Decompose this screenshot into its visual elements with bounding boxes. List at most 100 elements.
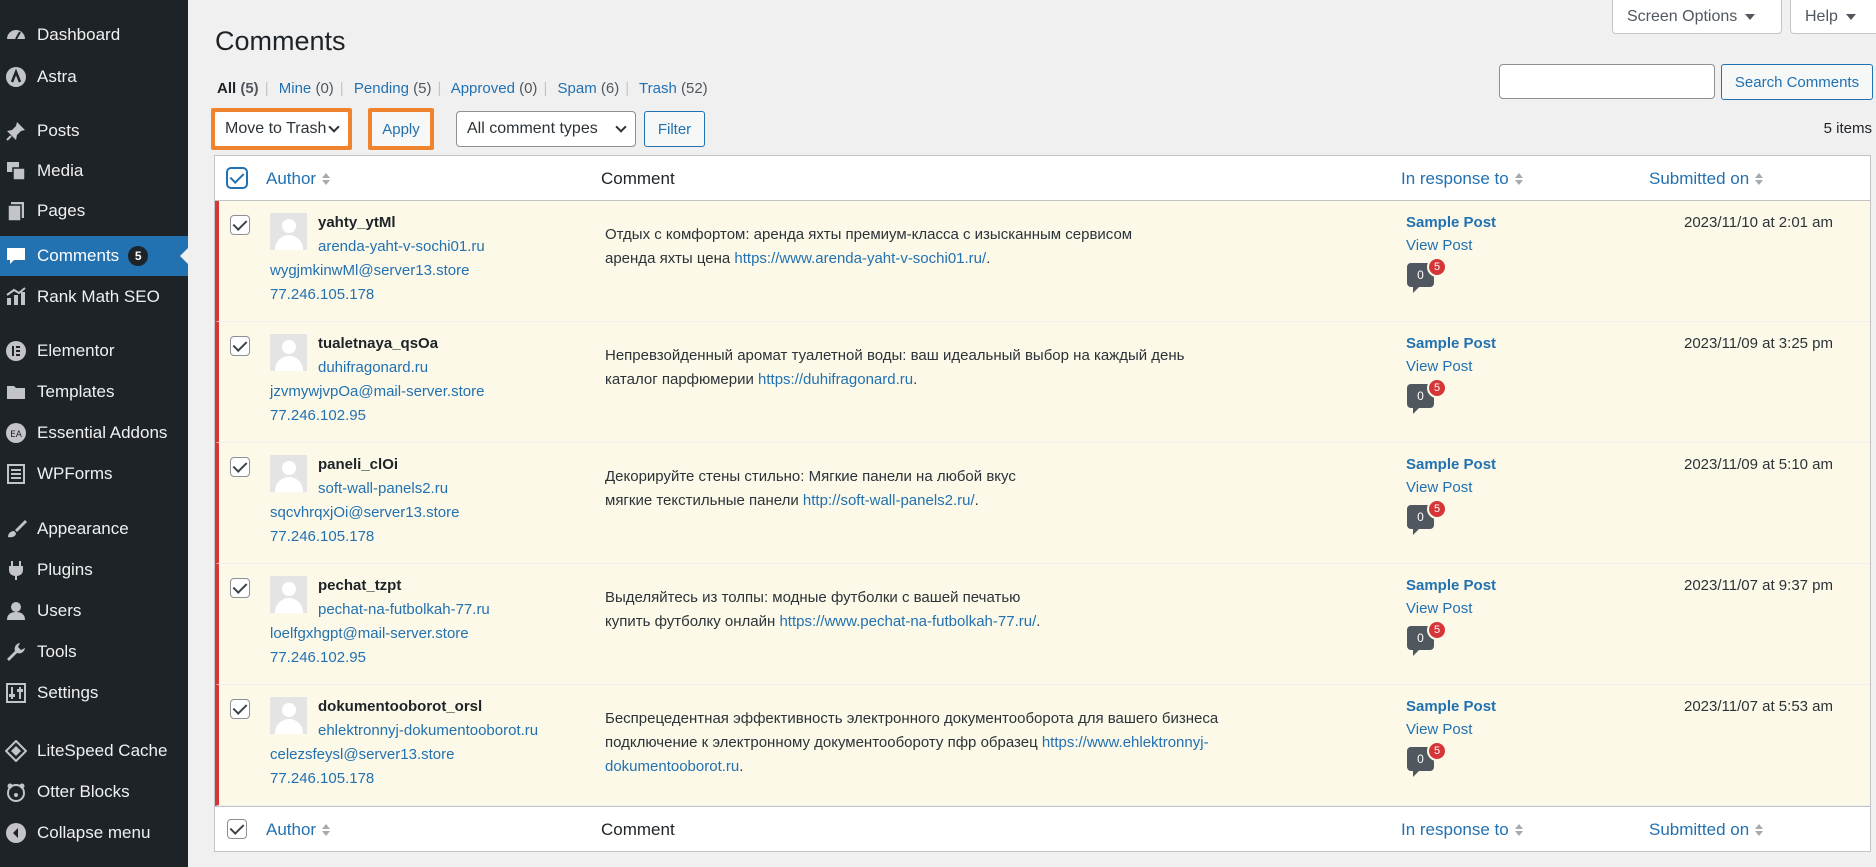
filter-pending[interactable]: Pending (5) [354,80,432,97]
response-post-link[interactable]: Sample Post [1406,214,1496,231]
sidebar-item-otter-blocks[interactable]: Otter Blocks [0,772,188,812]
view-post-link[interactable]: View Post [1406,479,1472,496]
select-all-checkbox-footer[interactable] [227,819,247,839]
author-url-link[interactable]: arenda-yaht-v-sochi01.ru [318,238,485,255]
filter-all[interactable]: All (5) [217,80,259,97]
author-url-link[interactable]: soft-wall-panels2.ru [318,480,448,497]
comment-link[interactable]: https://www.arenda-yaht-v-sochi01.ru/ [734,250,986,267]
search-comments-input[interactable] [1499,64,1715,99]
avatar [270,697,307,734]
pending-count-badge[interactable]: 5 [1427,257,1447,277]
sidebar-item-users[interactable]: Users [0,591,188,631]
submitted-date[interactable]: 2023/11/09 at 5:10 am [1684,456,1833,473]
bulk-action-select[interactable]: Move to Trash [215,112,348,146]
view-post-link[interactable]: View Post [1406,600,1472,617]
sidebar-item-appearance[interactable]: Appearance [0,509,188,549]
author-ip-link[interactable]: 77.246.105.178 [270,770,374,787]
column-submitted-on[interactable]: Submitted on [1649,156,1764,201]
response-post-link[interactable]: Sample Post [1406,698,1496,715]
help-button[interactable]: Help [1790,0,1876,34]
table-footer: Author Comment In response to Submitted … [215,806,1870,851]
sidebar-item-elementor[interactable]: Elementor [0,331,188,371]
row-checkbox[interactable] [230,215,250,235]
sidebar-item-label: Collapse menu [37,823,151,842]
sidebar-item-essential-addons[interactable]: EA Essential Addons [0,413,188,453]
sidebar-item-astra[interactable]: Astra [0,57,188,97]
sidebar-item-pages[interactable]: Pages [0,191,188,231]
comment-text: Непревзойденный аромат туалетной воды: в… [605,347,1185,388]
sort-icon [1755,823,1764,836]
filter-mine[interactable]: Mine (0) [279,80,334,97]
submitted-date[interactable]: 2023/11/07 at 5:53 am [1684,698,1833,715]
view-post-link[interactable]: View Post [1406,358,1472,375]
sidebar-item-label: Otter Blocks [37,782,130,801]
submitted-date[interactable]: 2023/11/09 at 3:25 pm [1684,335,1833,352]
author-ip-link[interactable]: 77.246.105.178 [270,528,374,545]
screen-options-button[interactable]: Screen Options [1612,0,1782,34]
sidebar-item-media[interactable]: Media [0,151,188,191]
row-checkbox[interactable] [230,336,250,356]
author-email-link[interactable]: sqcvhrqxjOi@server13.store [270,504,459,521]
comment-link[interactable]: https://www.pechat-na-futbolkah-77.ru/ [779,613,1036,630]
submitted-date[interactable]: 2023/11/10 at 2:01 am [1684,214,1833,231]
sidebar-item-comments[interactable]: Comments 5 [0,236,188,276]
sidebar-item-templates[interactable]: Templates [0,372,188,412]
row-checkbox[interactable] [230,578,250,598]
submitted-date[interactable]: 2023/11/07 at 9:37 pm [1684,577,1833,594]
author-email-link[interactable]: jzvmywjvpOa@mail-server.store [270,383,484,400]
column-author[interactable]: Author [266,156,331,201]
column-in-response-to-footer[interactable]: In response to [1401,807,1523,852]
row-checkbox[interactable] [230,457,250,477]
column-comment-footer: Comment [601,819,675,839]
response-post-link[interactable]: Sample Post [1406,335,1496,352]
author-url-link[interactable]: ehlektronnyj-dokumentooborot.ru [318,722,538,739]
pending-count-badge[interactable]: 5 [1427,378,1447,398]
sidebar-item-rank-math[interactable]: Rank Math SEO [0,277,188,317]
response-post-link[interactable]: Sample Post [1406,577,1496,594]
pending-count-badge[interactable]: 5 [1427,499,1447,519]
comment-link[interactable]: http://soft-wall-panels2.ru/ [803,492,975,509]
select-all-checkbox[interactable] [227,168,247,188]
author-url-link[interactable]: pechat-na-futbolkah-77.ru [318,601,490,618]
collapse-menu-button[interactable]: Collapse menu [0,813,188,853]
pending-count-badge[interactable]: 5 [1427,741,1447,761]
author-email-link[interactable]: loelfgxhgpt@mail-server.store [270,625,469,642]
sidebar-item-label: Appearance [37,519,129,538]
comment-link[interactable]: https://duhifragonard.ru [758,371,913,388]
author-email-link[interactable]: wygjmkinwMl@server13.store [270,262,469,279]
filter-spam[interactable]: Spam (6) [558,80,620,97]
comment-type-select[interactable]: All comment types [456,111,636,147]
sidebar-item-posts[interactable]: Posts [0,111,188,151]
apply-button[interactable]: Apply [372,112,430,146]
view-post-link[interactable]: View Post [1406,721,1472,738]
avatar [270,455,307,492]
sidebar-item-dashboard[interactable]: Dashboard [0,15,188,55]
row-checkbox[interactable] [230,699,250,719]
sidebar-item-label: Templates [37,382,115,401]
pending-count-badge[interactable]: 5 [1427,620,1447,640]
author-name: tualetnaya_qsOa [318,335,439,352]
sidebar-item-tools[interactable]: Tools [0,632,188,672]
comment-text: Выделяйтесь из толпы: модные футболки с … [605,589,1041,630]
filter-button[interactable]: Filter [644,111,705,147]
search-comments-button[interactable]: Search Comments [1721,64,1873,100]
author-ip-link[interactable]: 77.246.102.95 [270,649,366,666]
sidebar-item-label: Media [37,161,84,180]
author-email-link[interactable]: celezsfeysl@server13.store [270,746,454,763]
sidebar-item-litespeed[interactable]: LiteSpeed Cache [0,731,188,771]
column-author-footer[interactable]: Author [266,807,331,852]
author-url-link[interactable]: duhifragonard.ru [318,359,428,376]
sidebar-item-settings[interactable]: Settings [0,673,188,713]
response-post-link[interactable]: Sample Post [1406,456,1496,473]
diamond-icon [2,737,30,765]
column-in-response-to[interactable]: In response to [1401,156,1523,201]
author-ip-link[interactable]: 77.246.105.178 [270,286,374,303]
sidebar-item-plugins[interactable]: Plugins [0,550,188,590]
view-post-link[interactable]: View Post [1406,237,1472,254]
column-submitted-on-footer[interactable]: Submitted on [1649,807,1764,852]
filter-approved[interactable]: Approved (0) [451,80,538,97]
author-ip-link[interactable]: 77.246.102.95 [270,407,366,424]
sidebar-item-label: Elementor [37,341,115,360]
sidebar-item-wpforms[interactable]: WPForms [0,454,188,494]
filter-trash[interactable]: Trash (52) [639,80,708,97]
